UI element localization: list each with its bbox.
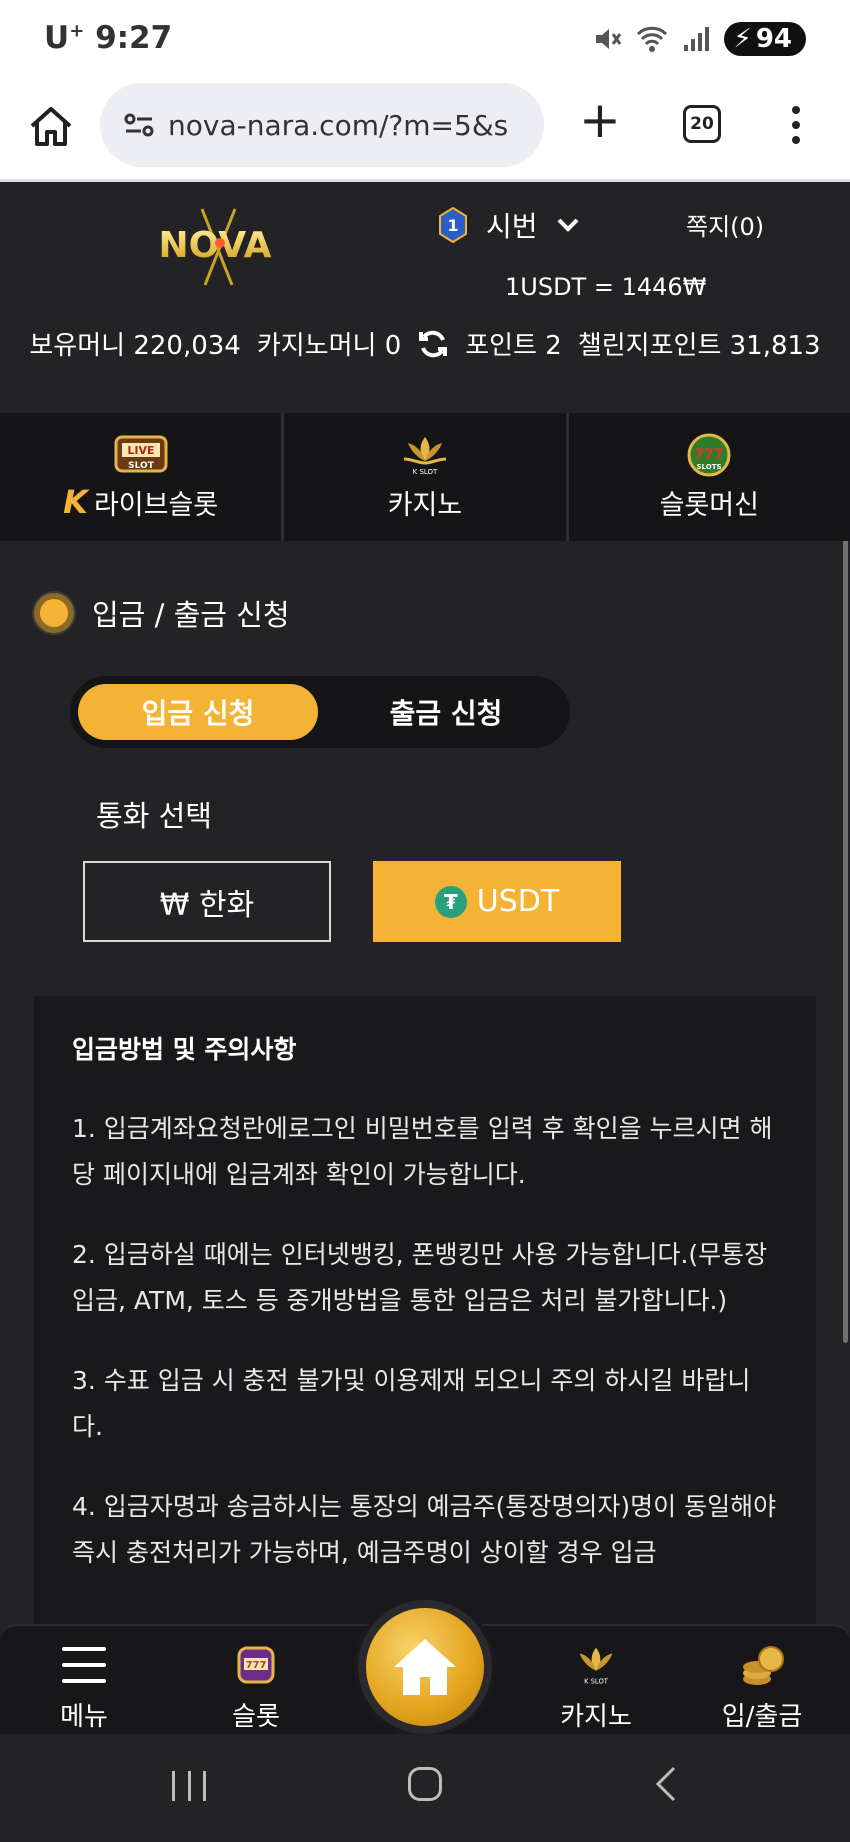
system-nav-bar: [0, 1734, 850, 1842]
hamburger-icon: [62, 1647, 106, 1683]
notice-item: 4. 입금자명과 송금하시는 통장의 예금주(통장명의자)명이 동일해야 즉시 …: [72, 1492, 777, 1567]
svg-text:SLOT: SLOT: [128, 461, 155, 471]
user-level[interactable]: 1 시번: [438, 205, 580, 245]
section-heading: 입금 / 출금 신청: [34, 592, 290, 634]
level-badge-icon: 1: [439, 207, 467, 243]
money-balance: 보유머니 220,034: [29, 331, 241, 361]
category-casino[interactable]: K SLOT 카지노: [284, 413, 569, 541]
notice-item: 2. 입금하실 때에는 인터넷뱅킹, 폰뱅킹만 사용 가능합니다.(무통장입금,…: [72, 1240, 768, 1315]
nav-deposit-label: 입/출금: [721, 1702, 803, 1732]
tab-switcher-button[interactable]: 20: [683, 105, 721, 143]
svg-text:K SLOT: K SLOT: [584, 1677, 609, 1685]
svg-text:K SLOT: K SLOT: [413, 468, 438, 476]
k-slot-lotus-icon: K SLOT: [579, 1647, 613, 1685]
browser-home-icon[interactable]: [26, 102, 76, 152]
notice-title: 입금방법 및 주의사항: [72, 1035, 297, 1064]
page-title: 입금 / 출금 신청: [92, 598, 290, 632]
back-icon[interactable]: [650, 1764, 680, 1804]
svg-text:777: 777: [695, 447, 724, 463]
nav-casino-label: 카지노: [560, 1702, 632, 1732]
new-tab-button[interactable]: +: [575, 95, 625, 148]
category-live-slot[interactable]: LIVE SLOT K 라이브슬롯: [0, 413, 285, 541]
deposit-withdraw-toggle: 입금 신청 출금 신청: [70, 676, 570, 748]
svg-text:NOVA: NOVA: [158, 225, 271, 266]
system-home-icon[interactable]: [408, 1767, 442, 1801]
clock: 9:27: [95, 20, 173, 56]
notice-item: 3. 수표 입금 시 충전 불가및 이용제재 되오니 주의 하시길 바랍니다.: [72, 1366, 751, 1441]
recent-apps-icon[interactable]: [172, 1771, 206, 1801]
exchange-rate: 1USDT = 1446₩: [505, 273, 707, 301]
status-time-group: U+ 9:27: [44, 20, 172, 56]
slot-machine-icon: 777: [237, 1646, 275, 1684]
nova-logo[interactable]: NOVA: [130, 207, 300, 287]
charging-icon: ⚡: [733, 24, 752, 54]
live-slot-icon: LIVE SLOT: [114, 435, 168, 472]
balance-bar: 보유머니 220,034 카지노머니 0 포인트 2 챌린지포인트 31,813: [0, 325, 850, 362]
carrier-label: U: [44, 20, 70, 56]
category-label: 카지노: [387, 489, 463, 521]
carrier-sup: +: [69, 20, 85, 42]
notice-item: 1. 입금계좌요청란에로그인 비밀번호를 입력 후 확인을 누르시면 해당 페이…: [72, 1114, 773, 1189]
currency-krw-button[interactable]: ₩ 한화: [83, 861, 331, 942]
username[interactable]: 시번: [486, 205, 538, 245]
svg-text:LIVE: LIVE: [127, 444, 154, 457]
tether-icon: ₮: [434, 885, 467, 918]
currency-label: 통화 선택: [96, 799, 212, 833]
tab-deposit[interactable]: 입금 신청: [78, 684, 318, 740]
category-label: 라이브슬롯: [93, 489, 219, 521]
home-icon: [394, 1639, 456, 1695]
challenge-points-balance: 챌린지포인트 31,813: [577, 331, 821, 361]
coins-icon: [743, 1646, 784, 1685]
nav-menu[interactable]: 메뉴: [14, 1640, 154, 1733]
currency-krw-label: ₩ 한화: [159, 887, 255, 923]
points-balance: 포인트 2: [465, 331, 562, 361]
category-nav: LIVE SLOT K 라이브슬롯 K SLOT 카지노 777 SLOTS 슬롯머신: [0, 413, 850, 541]
svg-text:1: 1: [447, 216, 458, 235]
category-label: 슬롯머신: [659, 489, 759, 521]
nav-casino[interactable]: K SLOT 카지노: [526, 1640, 666, 1733]
home-button[interactable]: [358, 1600, 492, 1734]
777-slots-icon: 777SLOTS: [687, 433, 731, 476]
mute-icon: [595, 29, 621, 49]
tab-withdraw[interactable]: 출금 신청: [330, 684, 562, 740]
k-slot-lotus-icon: K SLOT: [403, 436, 447, 476]
casino-money-balance: 카지노머니 0: [256, 331, 402, 361]
currency-usdt-button[interactable]: ₮ USDT: [373, 861, 621, 942]
battery-indicator: ⚡ 94: [723, 22, 806, 56]
nav-deposit-withdraw[interactable]: 입/출금: [692, 1640, 832, 1733]
signal-icon: [683, 27, 709, 51]
svg-text:777: 777: [246, 1660, 267, 1671]
category-slot-machine[interactable]: 777 SLOTS 슬롯머신: [569, 413, 850, 541]
chevron-down-icon[interactable]: [556, 217, 580, 233]
bullet-dot-icon: [34, 593, 74, 633]
site-settings-icon[interactable]: [124, 112, 154, 138]
status-icons: ⚡ 94: [592, 22, 806, 56]
currency-usdt-label: USDT: [476, 884, 560, 919]
refresh-icon[interactable]: [417, 328, 449, 360]
wifi-icon: [636, 26, 667, 52]
url-text[interactable]: nova-nara.com/?m=5&s: [168, 109, 538, 142]
site-header: NOVA 1 시번 쪽지(0) 1USDT = 1446₩ 보유머니 220,0…: [0, 185, 850, 413]
nav-menu-label: 메뉴: [60, 1702, 108, 1732]
svg-text:SLOTS: SLOTS: [697, 463, 722, 471]
browser-toolbar: nova-nara.com/?m=5&s + 20: [0, 78, 850, 182]
nav-slot-label: 슬롯: [232, 1702, 280, 1732]
k-logo-icon: K: [63, 483, 88, 521]
address-bar[interactable]: nova-nara.com/?m=5&s: [100, 83, 544, 167]
nav-slot[interactable]: 777 슬롯: [186, 1640, 326, 1733]
battery-level: 94: [755, 24, 792, 54]
status-bar: U+ 9:27 ⚡ 94: [0, 0, 850, 78]
messages-link[interactable]: 쪽지(0): [686, 207, 764, 242]
browser-menu-icon[interactable]: [786, 100, 806, 150]
